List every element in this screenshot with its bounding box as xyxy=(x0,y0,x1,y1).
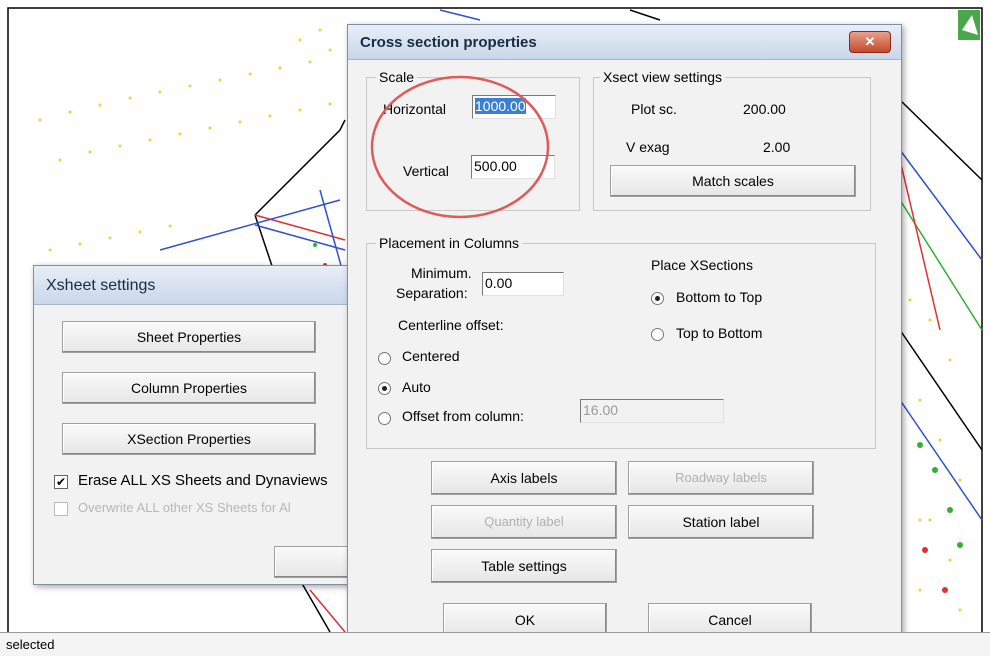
offset-from-column-value: 16.00 xyxy=(583,402,619,418)
erase-all-label: Erase ALL XS Sheets and Dynaviews xyxy=(78,472,328,489)
offset-from-column-label: Offset from column: xyxy=(402,408,524,424)
auto-radio[interactable] xyxy=(378,382,391,395)
roadway-labels-button[interactable]: Roadway labels xyxy=(628,461,814,495)
xsect-view-settings-label: Xsect view settings xyxy=(600,69,726,85)
close-icon[interactable]: ✕ xyxy=(849,31,891,53)
plot-sc-label: Plot sc. xyxy=(631,101,677,117)
offset-from-column-input[interactable]: 16.00 xyxy=(580,399,724,423)
overwrite-all-label: Overwrite ALL other XS Sheets for Al xyxy=(78,500,291,515)
top-to-bottom-label: Top to Bottom xyxy=(676,325,763,341)
sheet-properties-button[interactable]: Sheet Properties xyxy=(62,321,316,353)
centered-radio[interactable] xyxy=(378,352,391,365)
centered-label: Centered xyxy=(402,348,460,364)
centerline-offset-label: Centerline offset: xyxy=(398,317,504,333)
bottom-to-top-radio[interactable] xyxy=(651,292,664,305)
column-properties-button[interactable]: Column Properties xyxy=(62,372,316,404)
station-label-button[interactable]: Station label xyxy=(628,505,814,539)
overwrite-all-checkbox[interactable] xyxy=(54,502,68,516)
cross-section-properties-titlebar[interactable]: Cross section properties ✕ xyxy=(348,25,901,60)
auto-label: Auto xyxy=(402,379,431,395)
xsheet-settings-dialog: Xsheet settings Sheet Properties Column … xyxy=(33,265,366,585)
cross-section-properties-dialog: Cross section properties ✕ Scale Horizon… xyxy=(347,24,902,652)
axis-labels-button[interactable]: Axis labels xyxy=(431,461,617,495)
offset-from-column-radio[interactable] xyxy=(378,412,391,425)
xsection-properties-button[interactable]: XSection Properties xyxy=(62,423,316,455)
status-bar: selected xyxy=(0,632,990,656)
v-exag-value: 2.00 xyxy=(763,139,791,155)
min-separation-input[interactable]: 0.00 xyxy=(482,272,564,296)
plot-sc-value: 200.00 xyxy=(743,101,786,117)
table-settings-button[interactable]: Table settings xyxy=(431,549,617,583)
min-sep-label-line1: Minimum. xyxy=(411,265,472,281)
status-text: selected xyxy=(6,637,55,652)
xsheet-settings-title: Xsheet settings xyxy=(46,277,156,294)
placement-group-label: Placement in Columns xyxy=(376,235,523,251)
place-xsections-label: Place XSections xyxy=(651,257,753,273)
v-exag-label: V exag xyxy=(626,139,670,155)
dialog-title: Cross section properties xyxy=(360,34,537,51)
min-separation-value: 0.00 xyxy=(485,275,513,291)
highlight-circle xyxy=(370,75,550,219)
erase-all-checkbox[interactable]: ✔ xyxy=(54,475,68,489)
quantity-label-button[interactable]: Quantity label xyxy=(431,505,617,539)
match-scales-button[interactable]: Match scales xyxy=(610,165,856,197)
xsheet-settings-titlebar[interactable]: Xsheet settings xyxy=(34,266,364,305)
bottom-to-top-label: Bottom to Top xyxy=(676,289,763,305)
top-to-bottom-radio[interactable] xyxy=(651,328,664,341)
min-sep-label-line2: Separation: xyxy=(396,285,468,301)
